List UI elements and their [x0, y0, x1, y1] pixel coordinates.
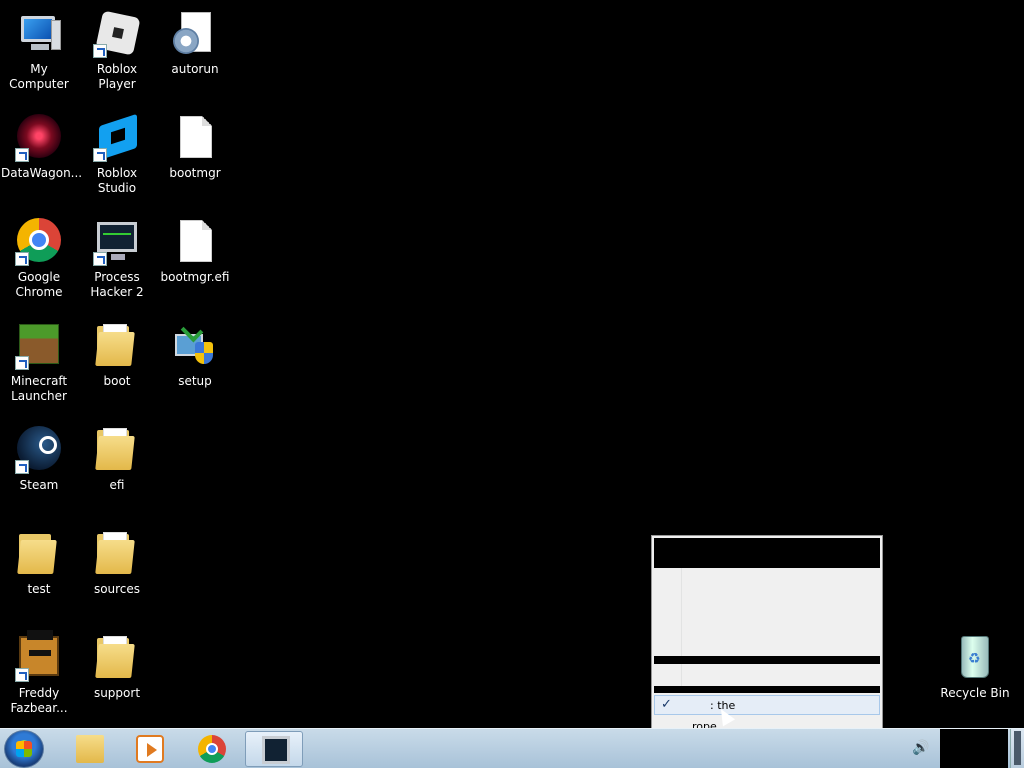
- taskbar-windows-explorer[interactable]: [60, 731, 118, 767]
- desktop-icon-boot[interactable]: boot: [78, 322, 156, 389]
- desktop-icon-label: sources: [93, 582, 141, 596]
- datawagon-icon: [15, 114, 63, 162]
- menu-separator: [654, 686, 880, 693]
- menu-item-checked[interactable]: ✓ : the: [654, 695, 880, 715]
- folder-icon: [15, 530, 63, 578]
- desktop-icon-label: Roblox Studio: [96, 166, 138, 195]
- desktop-icon-test[interactable]: test: [0, 530, 78, 597]
- desktop-icon-label: test: [27, 582, 51, 596]
- shortcut-arrow-icon: [15, 148, 29, 162]
- taskbar-media-player[interactable]: [120, 731, 178, 767]
- desktop-icon-label: efi: [109, 478, 125, 492]
- shortcut-arrow-icon: [15, 460, 29, 474]
- shortcut-arrow-icon: [15, 356, 29, 370]
- process-hacker-icon: [93, 218, 141, 266]
- desktop-icon-setup[interactable]: setup: [156, 319, 234, 389]
- taskbar: 🔊: [0, 728, 1024, 768]
- roblox-player-icon: [93, 10, 141, 58]
- folder-icon: [93, 322, 141, 370]
- shortcut-arrow-icon: [15, 252, 29, 266]
- desktop-icon-label: Recycle Bin: [940, 686, 1010, 700]
- desktop-icon-label: setup: [178, 374, 212, 388]
- desktop-icon-roblox-player[interactable]: Roblox Player: [78, 10, 156, 92]
- media-player-icon: [136, 735, 164, 763]
- settings-file-icon: [171, 10, 219, 58]
- folder-icon: [93, 426, 141, 474]
- desktop-icon-sources[interactable]: sources: [78, 530, 156, 597]
- volume-icon[interactable]: 🔊: [912, 740, 932, 758]
- desktop-icon-label: autorun: [171, 62, 219, 76]
- desktop-icon-label: Google Chrome: [15, 270, 63, 299]
- desktop-icon-label: Minecraft Launcher: [10, 374, 68, 403]
- process-hacker-icon: [262, 736, 290, 764]
- shortcut-arrow-icon: [93, 148, 107, 162]
- chrome-icon: [15, 218, 63, 266]
- start-button[interactable]: [4, 730, 44, 768]
- shortcut-arrow-icon: [15, 668, 29, 682]
- tray-clock-area[interactable]: [940, 729, 1008, 768]
- desktop-icon-label: boot: [103, 374, 131, 388]
- desktop-icon-steam[interactable]: Steam: [0, 426, 78, 493]
- desktop-icon-roblox-studio[interactable]: Roblox Studio: [78, 113, 156, 196]
- taskbar-google-chrome[interactable]: [182, 731, 240, 767]
- chrome-icon: [198, 735, 226, 763]
- desktop-icon-label: bootmgr.efi: [160, 270, 230, 284]
- desktop-icon-label: My Computer: [9, 62, 69, 91]
- recycle-bin-icon: [951, 634, 999, 682]
- desktop-icon-autorun[interactable]: autorun: [156, 10, 234, 77]
- desktop-icon-datawagon[interactable]: DataWagon...: [0, 114, 83, 181]
- folder-icon: [93, 634, 141, 682]
- computer-icon: [15, 10, 63, 58]
- menu-header-block: [654, 538, 880, 568]
- desktop-icon-support[interactable]: support: [78, 634, 156, 701]
- folder-icon: [76, 735, 104, 763]
- taskbar-process-hacker[interactable]: [245, 731, 303, 767]
- desktop-icon-bootmgr-efi[interactable]: bootmgr.efi: [156, 218, 234, 285]
- steam-icon: [15, 426, 63, 474]
- context-menu: ✓ : the rope: [651, 535, 883, 740]
- desktop-icon-minecraft-launcher[interactable]: Minecraft Launcher: [0, 322, 78, 404]
- desktop-icon-label: support: [93, 686, 141, 700]
- shortcut-arrow-icon: [93, 44, 107, 58]
- menu-separator: [654, 656, 880, 664]
- roblox-studio-icon: [93, 113, 141, 162]
- checkmark-icon: ✓: [661, 697, 672, 712]
- setup-icon: [171, 319, 219, 370]
- desktop-icon-freddy-fazbear[interactable]: Freddy Fazbear...: [0, 630, 78, 716]
- desktop-icon-process-hacker[interactable]: Process Hacker 2: [78, 218, 156, 300]
- show-desktop-button[interactable]: [1010, 729, 1024, 768]
- minecraft-icon: [15, 322, 63, 370]
- desktop-icon-label: DataWagon...: [1, 166, 83, 180]
- desktop-icon-label: Steam: [19, 478, 59, 492]
- blank-file-icon: [171, 114, 219, 162]
- desktop-icon-my-computer[interactable]: My Computer: [0, 10, 78, 92]
- desktop-icon-efi[interactable]: efi: [78, 426, 156, 493]
- desktop-icon-label: Freddy Fazbear...: [10, 686, 68, 715]
- blank-file-icon: [171, 218, 219, 266]
- folder-icon: [93, 530, 141, 578]
- desktop-icon-label: bootmgr: [169, 166, 221, 180]
- freddy-icon: [15, 630, 63, 682]
- shortcut-arrow-icon: [93, 252, 107, 266]
- desktop-icon-label: Process Hacker 2: [90, 270, 144, 299]
- desktop-icon-bootmgr[interactable]: bootmgr: [156, 114, 234, 181]
- desktop-icon-label: Roblox Player: [96, 62, 138, 91]
- menu-icon-gutter: [681, 568, 682, 688]
- desktop-icon-google-chrome[interactable]: Google Chrome: [0, 218, 78, 300]
- desktop: My Computer DataWagon... Google Chrome M…: [0, 0, 1024, 740]
- desktop-icon-recycle-bin[interactable]: Recycle Bin: [936, 634, 1014, 701]
